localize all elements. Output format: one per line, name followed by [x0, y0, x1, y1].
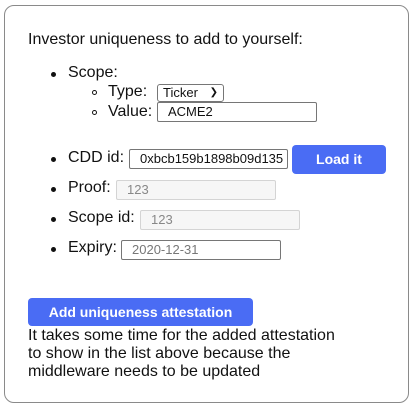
bullet [51, 247, 56, 252]
load-it-button[interactable]: Load it [292, 145, 386, 174]
type-label: Type: [108, 83, 148, 100]
info-note-line: to show in the list above because the [28, 345, 291, 362]
scope-id-input[interactable]: 123 [140, 210, 300, 230]
sub-bullet [92, 110, 97, 115]
bullet [51, 217, 56, 222]
chevron-down-icon: ❯ [209, 87, 218, 98]
bullet [51, 187, 56, 192]
form-heading: Investor uniqueness to add to yourself: [28, 31, 303, 48]
type-select-value: Ticker [163, 85, 198, 100]
scope-label: Scope: [68, 64, 118, 81]
proof-label: Proof: [68, 179, 111, 196]
bullet [51, 157, 56, 162]
type-select[interactable]: Ticker ❯ [157, 84, 224, 102]
info-note: It takes some time for the added attesta… [28, 327, 335, 381]
add-uniqueness-attestation-button[interactable]: Add uniqueness attestation [28, 298, 253, 326]
value-label: Value: [108, 103, 153, 120]
expiry-label: Expiry: [68, 239, 117, 256]
proof-input[interactable]: 123 [116, 180, 276, 200]
sub-bullet [92, 90, 97, 95]
scope-id-label: Scope id: [68, 209, 135, 226]
cdd-id-label: CDD id: [68, 149, 125, 166]
info-note-line: middleware needs to be updated [28, 363, 261, 380]
info-note-line: It takes some time for the added attesta… [28, 327, 335, 344]
expiry-input[interactable]: 2020-12-31 [121, 240, 281, 260]
bullet [51, 72, 56, 77]
scope-value-input[interactable]: ACME2 [157, 102, 317, 122]
cdd-id-input[interactable]: 0xbcb159b1898b09d135 [129, 149, 288, 169]
